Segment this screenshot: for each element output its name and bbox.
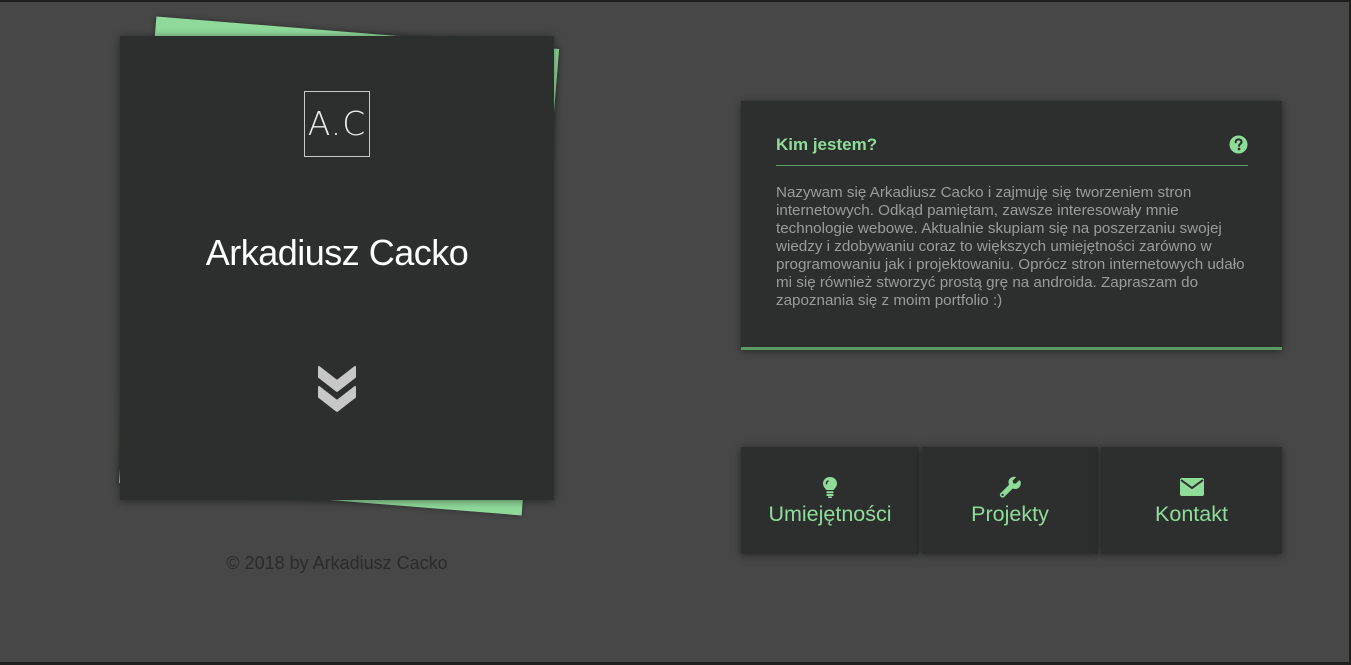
about-panel: Kim jestem? Nazywam się Arkadiusz Cacko … (741, 101, 1282, 350)
question-circle-icon (1229, 135, 1248, 154)
double-chevron-down-icon[interactable] (316, 363, 358, 413)
about-title: Kim jestem? (776, 135, 878, 154)
copyright-text: © 2018 by Arkadiusz Cacko (226, 553, 448, 573)
envelope-icon (1179, 478, 1204, 496)
hero-name: Arkadiusz Cacko (205, 232, 469, 273)
page: A.C Arkadiusz Cacko © 2018 by Arkadiusz … (0, 2, 1349, 662)
nav-label: Umiejętności (768, 502, 892, 526)
nav-label: Projekty (971, 502, 1049, 526)
about-text: Nazywam się Arkadiusz Cacko i zajmuję si… (776, 184, 1245, 309)
lightbulb-icon (823, 477, 837, 498)
wrench-icon (999, 476, 1021, 498)
nav-label: Kontakt (1155, 502, 1228, 526)
nav-button-umiejetnosci[interactable]: Umiejętności (741, 447, 919, 554)
nav-button-kontakt[interactable]: Kontakt (1101, 447, 1282, 554)
logo: A.C (304, 91, 370, 157)
hero-card: A.C Arkadiusz Cacko (120, 36, 554, 500)
nav-button-projekty[interactable]: Projekty (922, 447, 1098, 554)
divider (776, 165, 1248, 166)
